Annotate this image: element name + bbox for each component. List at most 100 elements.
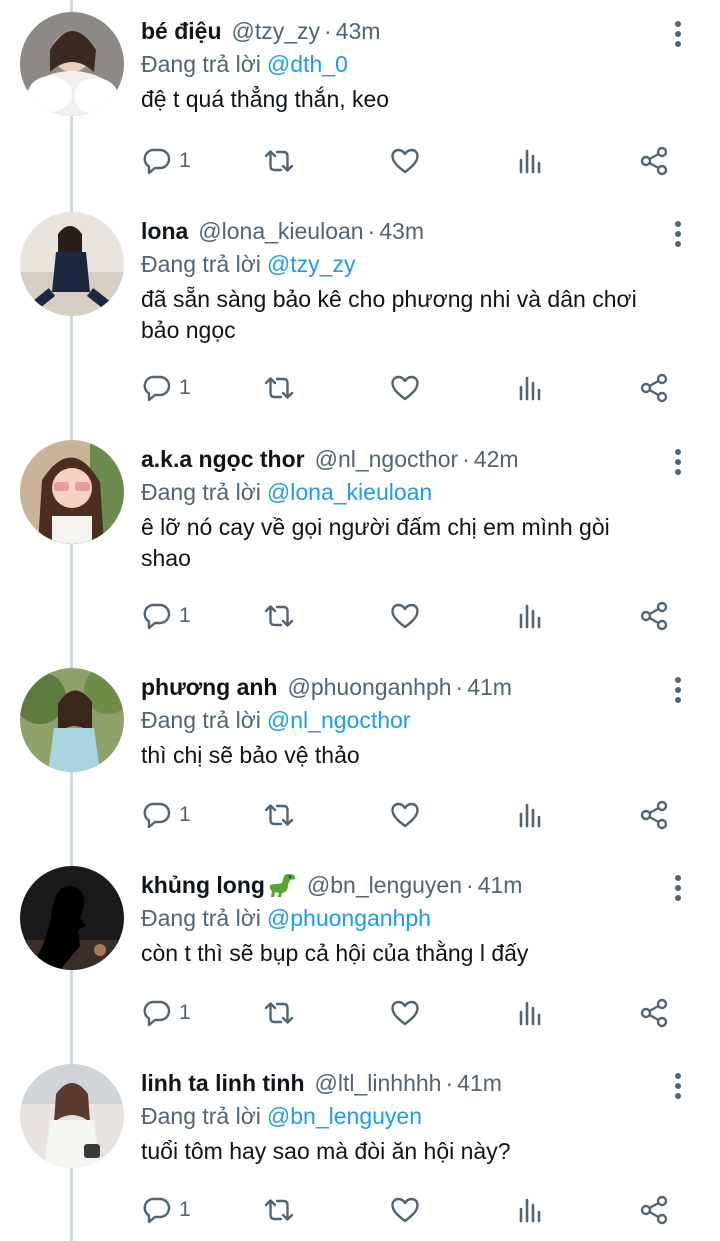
separator-dot: ·	[466, 872, 474, 898]
like-icon	[391, 1000, 419, 1026]
user-handle[interactable]: @bn_lenguyen	[307, 872, 462, 898]
reply-item[interactable]: khủng long @bn_lenguyen · 41m Đang trả lời @…	[0, 854, 720, 1052]
retweet-button[interactable]	[263, 795, 295, 835]
replying-to-mention[interactable]: @lona_kieuloan	[267, 479, 432, 505]
replying-to-mention[interactable]: @dth_0	[267, 51, 348, 77]
retweet-button[interactable]	[263, 993, 295, 1033]
like-button[interactable]	[389, 141, 421, 181]
reply-item[interactable]: linh ta linh tinh @ltl_linhhhh · 41m Đang t…	[0, 1052, 720, 1241]
timestamp[interactable]: 43m	[379, 218, 424, 244]
more-options-button[interactable]	[666, 220, 690, 248]
like-button[interactable]	[389, 1190, 421, 1230]
retweet-button[interactable]	[263, 1190, 295, 1230]
views-icon	[519, 149, 541, 174]
replying-to-line: Đang trả lời @tzy_zy	[141, 248, 681, 280]
share-button[interactable]	[638, 993, 670, 1033]
share-button[interactable]	[638, 141, 670, 181]
more-options-button[interactable]	[666, 448, 690, 476]
more-vertical-icon	[675, 221, 681, 247]
more-options-button[interactable]	[666, 20, 690, 48]
avatar[interactable]	[20, 12, 124, 116]
separator-dot: ·	[445, 1070, 454, 1096]
reply-item[interactable]: bé điệu @tzy_zy · 43m Đang trả lời @dth_0 đệ…	[0, 0, 720, 205]
action-bar: 1	[141, 368, 681, 408]
views-button[interactable]	[515, 795, 547, 835]
reply-icon	[143, 802, 171, 829]
like-button[interactable]	[389, 795, 421, 835]
timestamp[interactable]: 41m	[467, 674, 512, 700]
replying-to-mention[interactable]: @tzy_zy	[267, 251, 356, 277]
share-icon	[640, 800, 668, 830]
retweet-button[interactable]	[263, 141, 295, 181]
reply-button[interactable]: 1	[141, 795, 191, 835]
replying-to-line: Đang trả lời @lona_kieuloan	[141, 476, 681, 508]
replying-to-mention[interactable]: @nl_ngocthor	[267, 707, 411, 733]
user-handle[interactable]: @tzy_zy	[232, 18, 321, 44]
reply-count: 1	[179, 1198, 191, 1221]
retweet-icon	[264, 804, 294, 826]
separator-dot: ·	[367, 218, 376, 244]
display-name[interactable]: lona	[141, 218, 188, 244]
reply-item[interactable]: a.k.a ngọc thor @nl_ngocthor · 42m Đang trả…	[0, 428, 720, 656]
reply-header: bé điệu @tzy_zy · 43m	[141, 14, 681, 48]
reply-count: 1	[179, 803, 191, 826]
views-button[interactable]	[515, 1190, 547, 1230]
user-handle[interactable]: @nl_ngocthor	[315, 446, 459, 472]
views-icon	[519, 376, 541, 401]
share-button[interactable]	[638, 596, 670, 636]
more-options-button[interactable]	[666, 874, 690, 902]
share-button[interactable]	[638, 1190, 670, 1230]
replying-label: Đang trả lời	[141, 905, 261, 931]
retweet-button[interactable]	[263, 368, 295, 408]
reply-button[interactable]: 1	[141, 596, 191, 636]
timestamp[interactable]: 41m	[478, 872, 523, 898]
views-icon	[519, 604, 541, 629]
reply-count: 1	[179, 604, 191, 627]
reply-button[interactable]: 1	[141, 1190, 191, 1230]
views-button[interactable]	[515, 993, 547, 1033]
user-handle[interactable]: @lona_kieuloan	[198, 218, 363, 244]
timestamp[interactable]: 42m	[474, 446, 519, 472]
reply-item[interactable]: lona @lona_kieuloan · 43m Đang trả lời @tzy_…	[0, 200, 720, 428]
views-button[interactable]	[515, 141, 547, 181]
display-name[interactable]: a.k.a ngọc thor	[141, 446, 305, 472]
more-vertical-icon	[675, 677, 681, 703]
user-handle[interactable]: @ltl_linhhhh	[315, 1070, 442, 1096]
reply-text: đã sẵn sàng bảo kê cho phương nhi và dân…	[141, 286, 637, 343]
replying-to-mention[interactable]: @bn_lenguyen	[267, 1103, 422, 1129]
avatar[interactable]	[20, 440, 124, 544]
like-button[interactable]	[389, 596, 421, 636]
timestamp[interactable]: 43m	[336, 18, 381, 44]
views-button[interactable]	[515, 596, 547, 636]
more-options-button[interactable]	[666, 676, 690, 704]
reply-count: 1	[179, 1001, 191, 1024]
share-button[interactable]	[638, 795, 670, 835]
avatar[interactable]	[20, 668, 124, 772]
reply-button[interactable]: 1	[141, 368, 191, 408]
user-handle[interactable]: @phuonganhph	[287, 674, 451, 700]
display-name[interactable]: khủng long	[141, 872, 265, 898]
avatar[interactable]	[20, 1064, 124, 1168]
views-button[interactable]	[515, 368, 547, 408]
more-vertical-icon	[675, 1073, 681, 1099]
timestamp[interactable]: 41m	[457, 1070, 502, 1096]
retweet-button[interactable]	[263, 596, 295, 636]
replying-to-mention[interactable]: @phuonganhph	[267, 905, 431, 931]
action-bar: 1	[141, 795, 681, 835]
display-name[interactable]: bé điệu	[141, 18, 222, 44]
share-icon	[640, 373, 668, 403]
reply-icon	[143, 375, 171, 402]
display-name[interactable]: phương anh	[141, 674, 277, 700]
like-button[interactable]	[389, 368, 421, 408]
display-name[interactable]: linh ta linh tinh	[141, 1070, 305, 1096]
reply-button[interactable]: 1	[141, 141, 191, 181]
reply-item[interactable]: phương anh @phuonganhph · 41m Đang trả lời @…	[0, 656, 720, 854]
more-options-button[interactable]	[666, 1072, 690, 1100]
reply-button[interactable]: 1	[141, 993, 191, 1033]
reply-header: phương anh @phuonganhph · 41m	[141, 670, 681, 704]
avatar[interactable]	[20, 866, 124, 970]
replying-to-line: Đang trả lời @nl_ngocthor	[141, 704, 681, 736]
like-button[interactable]	[389, 993, 421, 1033]
share-button[interactable]	[638, 368, 670, 408]
avatar[interactable]	[20, 212, 124, 316]
